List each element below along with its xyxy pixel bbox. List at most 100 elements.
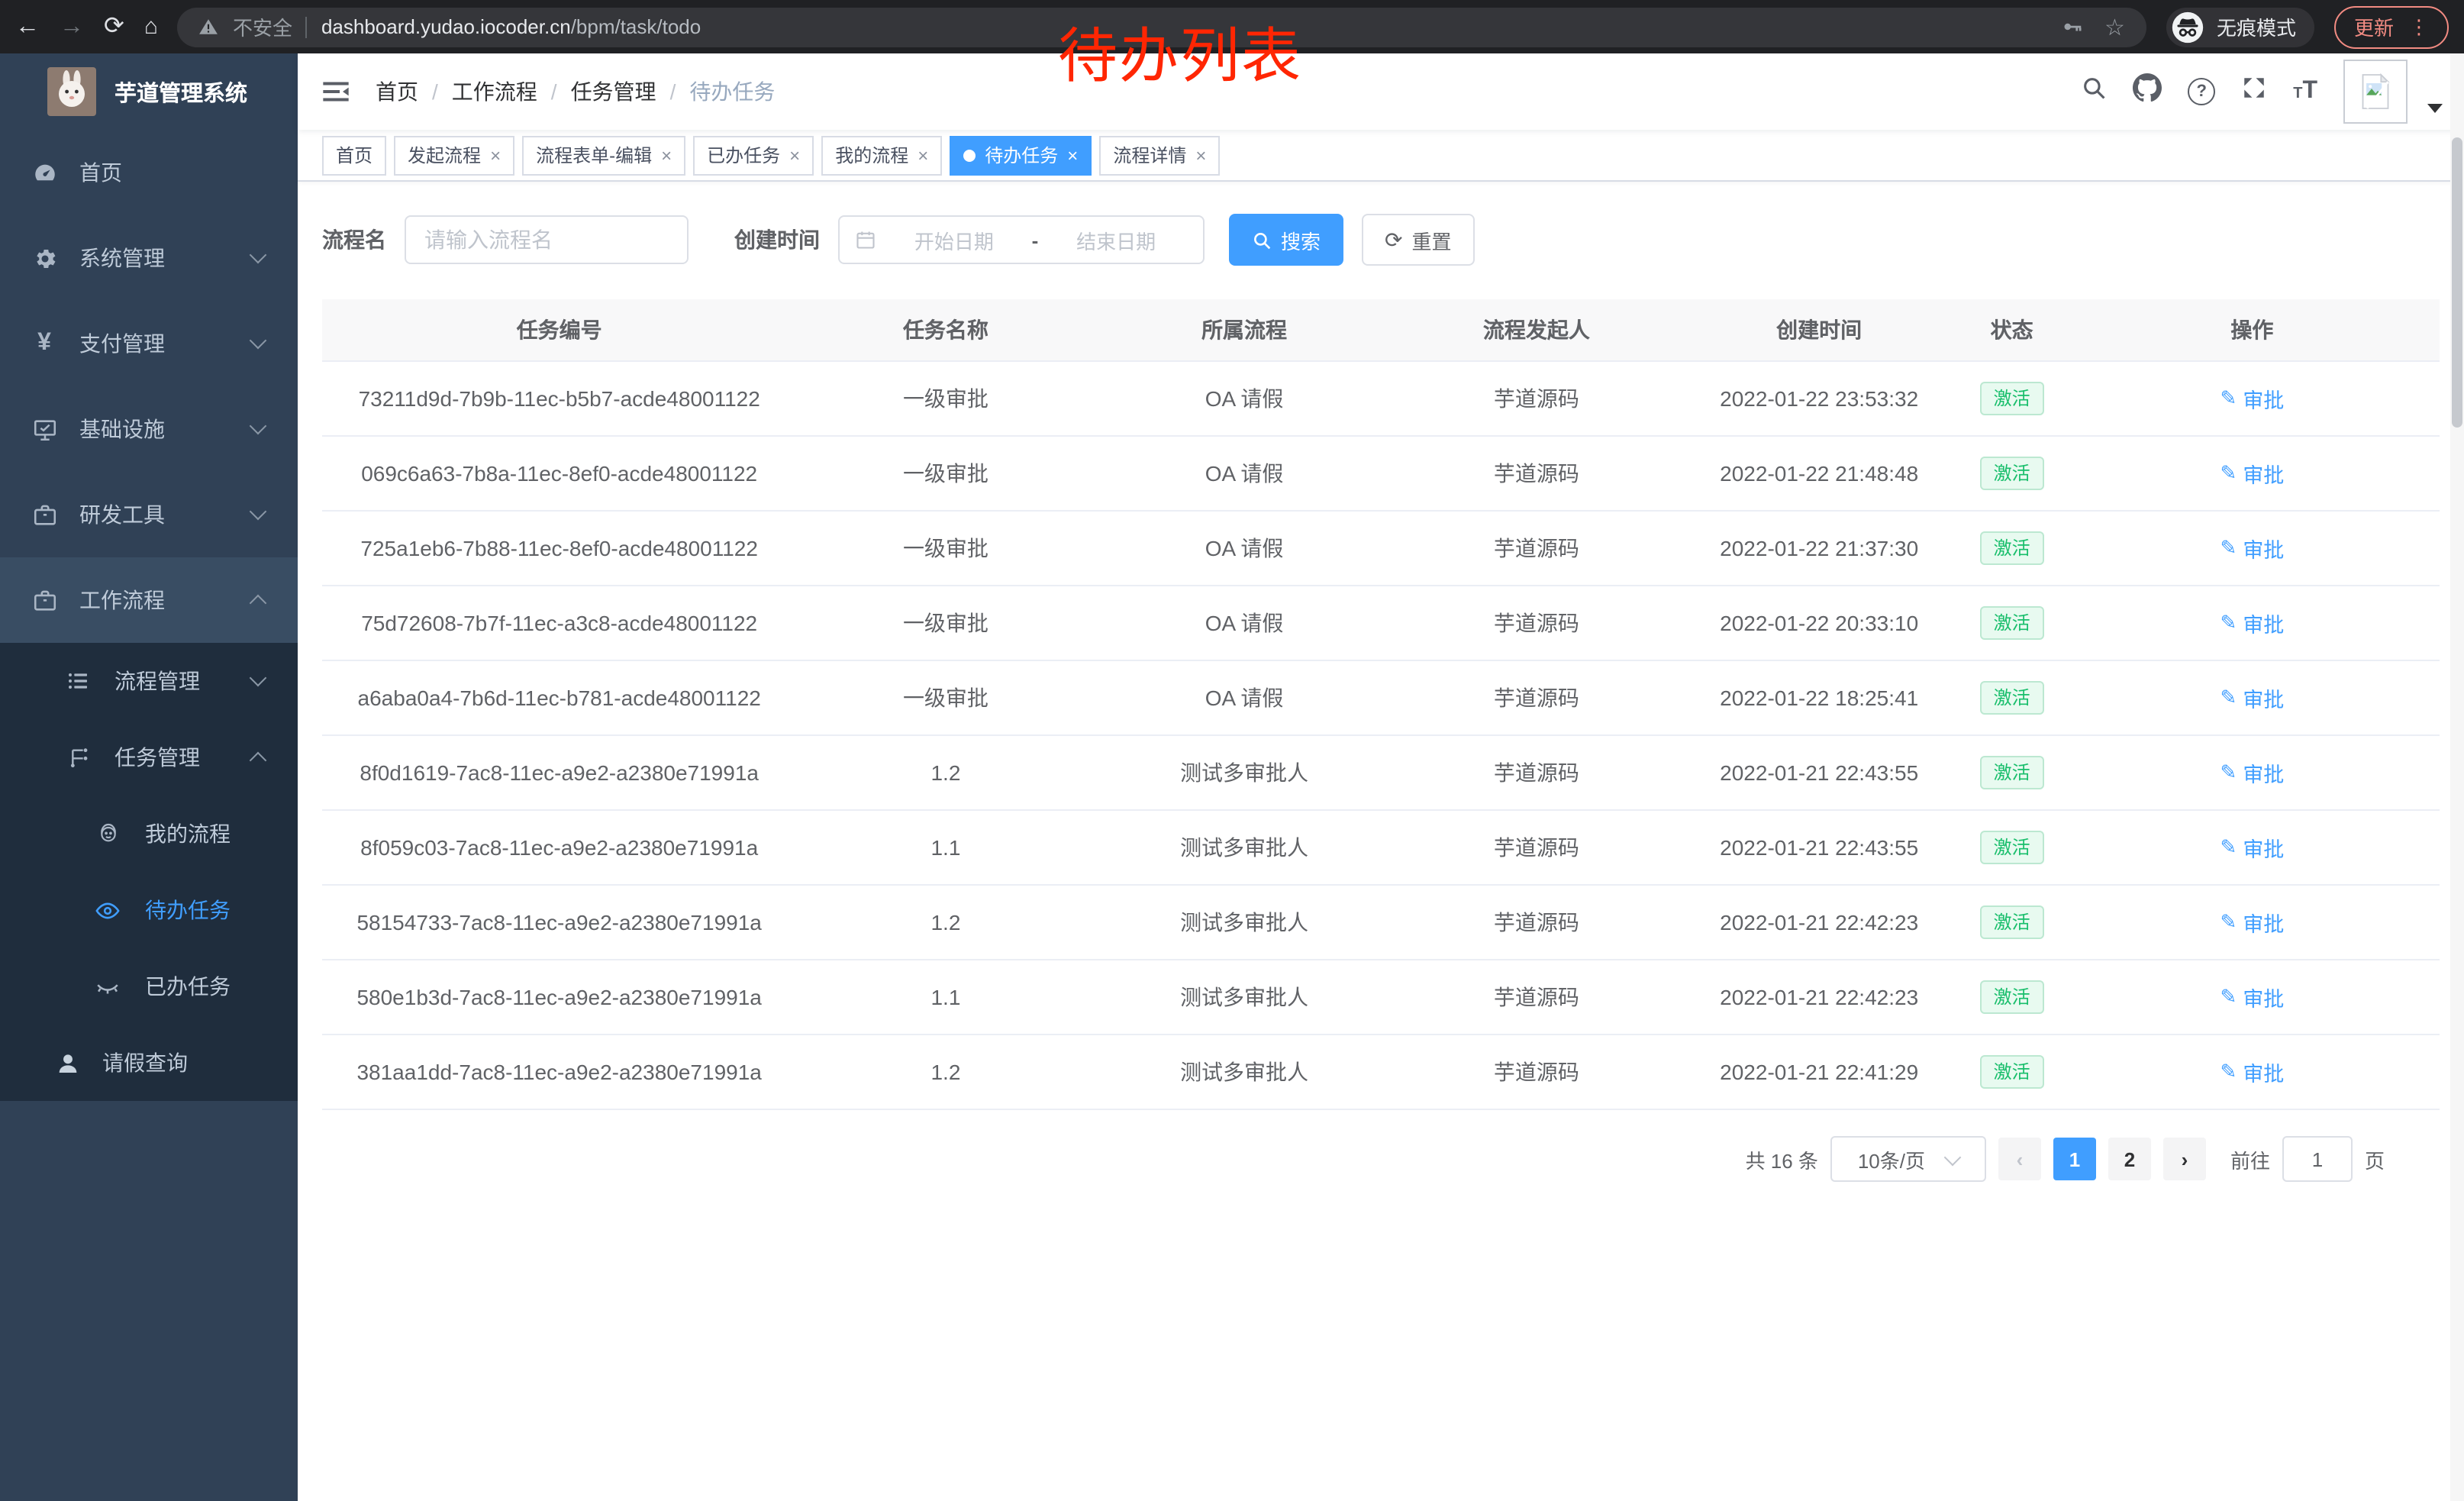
home-icon[interactable]: ⌂ <box>144 15 158 38</box>
cell-process: OA 请假 <box>1095 458 1394 489</box>
cell-process: 测试多审批人 <box>1095 907 1394 938</box>
approve-link[interactable]: ✎审批 <box>2221 608 2285 638</box>
font-size-icon[interactable]: TT <box>2293 78 2317 105</box>
cell-task-id: 381aa1dd-7ac8-11ec-a9e2-a2380e71991a <box>322 1060 796 1084</box>
approve-link[interactable]: ✎审批 <box>2221 1057 2285 1087</box>
chevron-down-icon <box>250 247 267 264</box>
security-label[interactable]: 不安全 <box>233 12 292 41</box>
cell-task-id: 580e1b3d-7ac8-11ec-a9e2-a2380e71991a <box>322 985 796 1009</box>
cell-starter: 芋道源码 <box>1394 907 1679 938</box>
page-scrollbar[interactable] <box>2450 53 2464 1501</box>
person-icon <box>55 1050 81 1076</box>
col-task-name: 任务名称 <box>796 315 1095 345</box>
jump-page-input[interactable] <box>2282 1136 2353 1182</box>
reset-button[interactable]: ⟳ 重置 <box>1362 214 1475 266</box>
breadcrumb-task-mgmt[interactable]: 任务管理 <box>571 76 656 107</box>
process-name-input[interactable] <box>405 215 689 264</box>
sidebar-item-my-process[interactable]: 我的流程 <box>0 796 298 872</box>
close-icon[interactable]: × <box>490 144 501 166</box>
cell-starter: 芋道源码 <box>1394 832 1679 863</box>
page-button-1[interactable]: 1 <box>2053 1138 2096 1180</box>
table-header: 任务编号 任务名称 所属流程 流程发起人 创建时间 状态 操作 <box>322 299 2440 362</box>
forward-icon[interactable]: → <box>60 15 84 39</box>
status-badge: 激活 <box>1980 756 2044 789</box>
approve-link[interactable]: ✎审批 <box>2221 757 2285 788</box>
sidebar-item-leave-query[interactable]: 请假查询 <box>0 1025 298 1101</box>
divider <box>306 16 308 37</box>
cell-task-name: 一级审批 <box>796 458 1095 489</box>
back-icon[interactable]: ← <box>15 15 40 39</box>
avatar[interactable] <box>2343 60 2408 124</box>
breadcrumb-workflow[interactable]: 工作流程 <box>452 76 537 107</box>
sidebar-item-devtools[interactable]: 研发工具 <box>0 472 298 557</box>
cell-create-time: 2022-01-21 22:43:55 <box>1679 760 1959 785</box>
caret-down-icon[interactable] <box>2427 104 2443 113</box>
cell-create-time: 2022-01-21 22:43:55 <box>1679 835 1959 860</box>
next-page-button[interactable]: › <box>2163 1138 2206 1180</box>
app-logo[interactable]: 芋道管理系统 <box>0 53 298 130</box>
approve-link[interactable]: ✎审批 <box>2221 683 2285 713</box>
sidebar: 芋道管理系统 首页 系统管理 ¥ 支付管理 基础设施 研发工具 工作 <box>0 53 298 1501</box>
sidebar-item-system[interactable]: 系统管理 <box>0 215 298 301</box>
approve-link[interactable]: ✎审批 <box>2221 383 2285 414</box>
tab-todo-tasks[interactable]: 待办任务× <box>950 135 1092 175</box>
gear-icon <box>31 245 58 271</box>
eye-closed-icon <box>95 973 121 999</box>
status-badge: 激活 <box>1980 457 2044 490</box>
page-size-select[interactable]: 10条/页 <box>1830 1136 1986 1182</box>
cell-task-name: 1.2 <box>796 1060 1095 1084</box>
search-icon <box>1252 230 1272 250</box>
reload-icon[interactable]: ⟳ <box>104 15 124 39</box>
sidebar-item-payment[interactable]: ¥ 支付管理 <box>0 301 298 386</box>
incognito-badge: 无痕模式 <box>2166 7 2314 47</box>
star-icon[interactable]: ☆ <box>2104 13 2125 40</box>
close-icon[interactable]: × <box>918 144 928 166</box>
tab-start-process[interactable]: 发起流程× <box>394 135 514 175</box>
sidebar-item-todo-tasks[interactable]: 待办任务 <box>0 872 298 948</box>
prev-page-button[interactable]: ‹ <box>1998 1138 2041 1180</box>
browser-menu-icon[interactable]: ⋮ <box>2409 15 2429 39</box>
approve-link[interactable]: ✎审批 <box>2221 907 2285 938</box>
tab-done-tasks[interactable]: 已办任务× <box>693 135 814 175</box>
date-range-picker[interactable]: 开始日期 - 结束日期 <box>838 215 1205 264</box>
jump-suffix: 页 <box>2365 1144 2385 1173</box>
tab-my-process[interactable]: 我的流程× <box>821 135 942 175</box>
update-button[interactable]: 更新 ⋮ <box>2334 5 2449 48</box>
sidebar-item-workflow[interactable]: 工作流程 <box>0 557 298 643</box>
approve-link[interactable]: ✎审批 <box>2221 832 2285 863</box>
sidebar-item-process-mgmt[interactable]: 流程管理 <box>0 643 298 719</box>
tab-process-detail[interactable]: 流程详情× <box>1099 135 1220 175</box>
key-icon[interactable] <box>2060 15 2083 38</box>
approve-link[interactable]: ✎审批 <box>2221 458 2285 489</box>
sidebar-item-task-mgmt[interactable]: 任务管理 <box>0 719 298 796</box>
table-row: a6aba0a4-7b6d-11ec-b781-acde48001122 一级审… <box>322 661 2440 736</box>
main-content: 流程名 创建时间 开始日期 - 结束日期 搜索 ⟳ 重置 任务编号 任务名称 <box>298 182 2464 1501</box>
search-icon[interactable] <box>2081 75 2107 108</box>
sidebar-item-done-tasks[interactable]: 已办任务 <box>0 948 298 1025</box>
close-icon[interactable]: × <box>661 144 672 166</box>
sidebar-item-infra[interactable]: 基础设施 <box>0 386 298 472</box>
search-button[interactable]: 搜索 <box>1229 214 1343 266</box>
table-row: 8f059c03-7ac8-11ec-a9e2-a2380e71991a 1.1… <box>322 811 2440 886</box>
scrollbar-thumb[interactable] <box>2452 137 2462 428</box>
tab-process-form-edit[interactable]: 流程表单-编辑× <box>522 135 685 175</box>
close-icon[interactable]: × <box>1067 144 1078 166</box>
edit-icon: ✎ <box>2221 835 2237 860</box>
table-row: 725a1eb6-7b88-11ec-8ef0-acde48001122 一级审… <box>322 512 2440 586</box>
cell-task-name: 1.1 <box>796 985 1095 1009</box>
breadcrumb-home[interactable]: 首页 <box>376 76 418 107</box>
close-icon[interactable]: × <box>789 144 800 166</box>
approve-link[interactable]: ✎审批 <box>2221 982 2285 1012</box>
sidebar-item-home[interactable]: 首页 <box>0 130 298 215</box>
close-icon[interactable]: × <box>1195 144 1206 166</box>
tab-home[interactable]: 首页 <box>322 135 386 175</box>
github-icon[interactable] <box>2133 73 2162 110</box>
approve-link[interactable]: ✎审批 <box>2221 533 2285 563</box>
sidebar-collapse-icon[interactable] <box>321 76 351 107</box>
status-badge: 激活 <box>1980 606 2044 640</box>
fullscreen-icon[interactable] <box>2241 75 2267 108</box>
help-icon[interactable]: ? <box>2188 78 2215 105</box>
page-button-2[interactable]: 2 <box>2108 1138 2151 1180</box>
search-form: 流程名 创建时间 开始日期 - 结束日期 搜索 ⟳ 重置 <box>322 214 2440 266</box>
cell-starter: 芋道源码 <box>1394 383 1679 414</box>
